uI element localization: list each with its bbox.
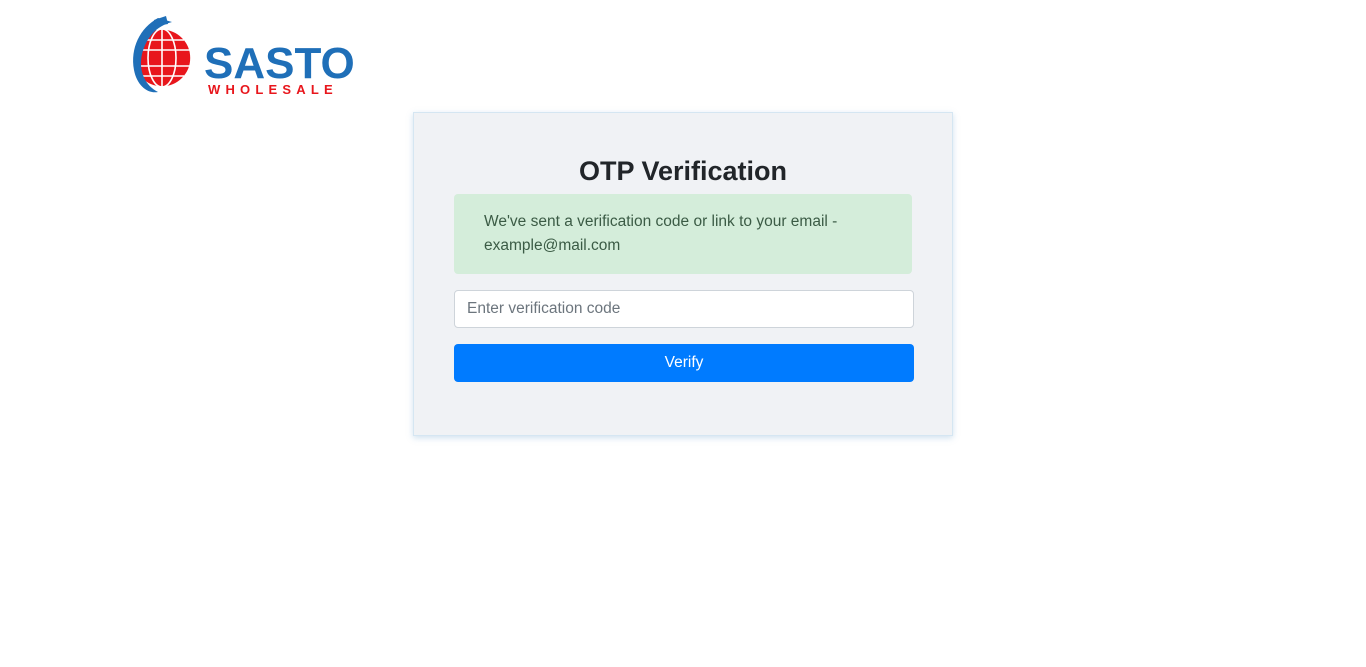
verification-alert: We've sent a verification code or link t… — [454, 194, 912, 274]
brand-logo[interactable]: SASTO WHOLESALE — [128, 14, 360, 98]
verify-button[interactable]: Verify — [454, 344, 914, 382]
globe-logo-icon — [132, 16, 192, 93]
brand-name-sub: WHOLESALE — [208, 82, 338, 97]
page-title: OTP Verification — [578, 156, 788, 186]
verification-code-input[interactable] — [454, 290, 914, 328]
brand-name-main: SASTO — [204, 39, 355, 88]
sasto-wholesale-logo: SASTO WHOLESALE — [132, 16, 355, 97]
otp-card: OTP Verification We've sent a verificati… — [413, 112, 953, 436]
alert-message: We've sent a verification code or link t… — [484, 213, 838, 254]
